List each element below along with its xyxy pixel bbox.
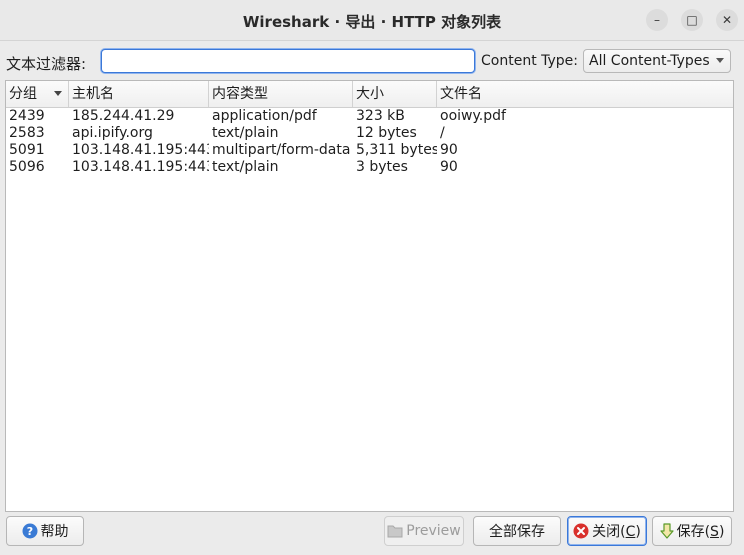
cell-hostname: 103.148.41.195:443	[72, 142, 209, 158]
help-icon: ?	[22, 523, 37, 539]
cell-content-type: multipart/form-data	[212, 142, 351, 158]
svg-text:?: ?	[26, 525, 32, 538]
table-row[interactable]: 2583 api.ipify.org text/plain 12 bytes /	[6, 125, 733, 142]
http-objects-table[interactable]: 分组 主机名 内容类型 大小 文件名 2439 185.244.41.29 ap…	[5, 80, 734, 512]
cell-content-type: text/plain	[212, 159, 279, 175]
cell-hostname: api.ipify.org	[72, 125, 153, 141]
column-header-content-type[interactable]: 内容类型	[209, 81, 353, 107]
close-button-label: 关闭(C)	[592, 524, 641, 540]
content-type-label: Content Type:	[481, 53, 579, 69]
cell-size: 12 bytes	[356, 125, 417, 141]
help-button-label: 帮助	[40, 524, 69, 540]
close-window-button[interactable]: ✕	[716, 9, 738, 31]
minimize-button[interactable]: –	[646, 9, 668, 31]
save-all-button-label: 全部保存	[489, 524, 545, 540]
preview-button[interactable]: Preview	[384, 516, 464, 546]
cell-size: 323 kB	[356, 108, 405, 124]
sort-descending-icon	[54, 91, 62, 96]
table-row[interactable]: 2439 185.244.41.29 application/pdf 323 k…	[6, 108, 733, 125]
content-type-selected: All Content-Types	[589, 53, 710, 69]
column-header-size[interactable]: 大小	[353, 81, 437, 107]
cell-content-type: application/pdf	[212, 108, 317, 124]
close-icon: ✕	[721, 13, 733, 27]
chevron-down-icon	[716, 58, 724, 63]
close-button[interactable]: 关闭(C)	[567, 516, 647, 546]
cell-hostname: 103.148.41.195:443	[72, 159, 209, 175]
text-filter-label: 文本过滤器:	[6, 55, 87, 73]
save-all-button[interactable]: 全部保存	[473, 516, 561, 546]
folder-icon	[387, 525, 403, 538]
cell-filename: /	[440, 125, 445, 141]
cell-packet: 2583	[9, 125, 45, 141]
cell-packet: 2439	[9, 108, 45, 124]
minimize-icon: –	[654, 13, 660, 27]
cell-size: 5,311 bytes	[356, 142, 437, 158]
download-arrow-icon	[659, 523, 674, 539]
text-filter-input[interactable]	[101, 49, 475, 73]
save-button[interactable]: 保存(S)	[652, 516, 732, 546]
cell-size: 3 bytes	[356, 159, 408, 175]
column-header-filename[interactable]: 文件名	[437, 81, 733, 107]
table-header: 分组 主机名 内容类型 大小 文件名	[6, 81, 733, 108]
column-header-hostname[interactable]: 主机名	[69, 81, 209, 107]
preview-button-label: Preview	[406, 523, 461, 539]
cell-filename: 90	[440, 142, 458, 158]
cell-packet: 5091	[9, 142, 45, 158]
table-row[interactable]: 5091 103.148.41.195:443 multipart/form-d…	[6, 142, 733, 159]
maximize-button[interactable]: □	[681, 9, 703, 31]
column-header-packet[interactable]: 分组	[6, 81, 69, 107]
save-button-label: 保存(S)	[676, 524, 725, 540]
cell-hostname: 185.244.41.29	[72, 108, 175, 124]
content-type-select[interactable]: All Content-Types	[583, 49, 731, 73]
cell-packet: 5096	[9, 159, 45, 175]
help-button[interactable]: ? 帮助	[6, 516, 84, 546]
cell-filename: 90	[440, 159, 458, 175]
cell-content-type: text/plain	[212, 125, 279, 141]
cell-filename: ooiwy.pdf	[440, 108, 506, 124]
title-bar: Wireshark · 导出 · HTTP 对象列表 – □ ✕	[0, 0, 744, 41]
window-title: Wireshark · 导出 · HTTP 对象列表	[242, 13, 502, 31]
maximize-icon: □	[686, 13, 698, 27]
table-row[interactable]: 5096 103.148.41.195:443 text/plain 3 byt…	[6, 159, 733, 176]
close-circle-icon	[573, 523, 589, 539]
